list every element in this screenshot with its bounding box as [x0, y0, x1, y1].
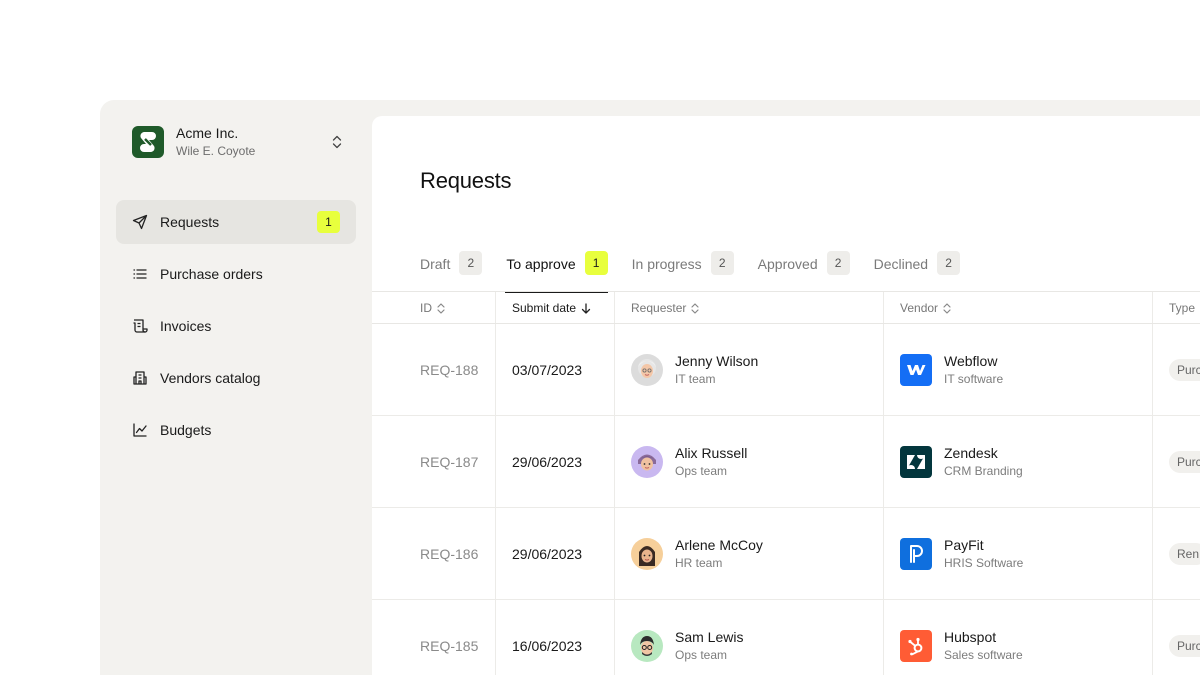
column-header-label: Requester	[631, 301, 687, 315]
vendor-category: CRM Branding	[944, 464, 1023, 478]
vendor-category: HRIS Software	[944, 556, 1024, 570]
table-row[interactable]: REQ-185 16/06/2023 Sam Lewis Ops team Hu…	[372, 600, 1200, 675]
column-header-id[interactable]: ID	[420, 292, 445, 324]
table-row[interactable]: REQ-186 29/06/2023 Arlene McCoy HR team	[372, 508, 1200, 600]
column-header-label: ID	[420, 301, 432, 315]
org-user: Wile E. Coyote	[176, 144, 256, 158]
sort-icon	[437, 302, 445, 314]
request-id: REQ-188	[420, 362, 479, 378]
tab-label: Approved	[757, 256, 818, 272]
scroll-icon	[132, 318, 148, 334]
sidebar-item-budgets[interactable]: Budgets	[116, 408, 356, 452]
requester-name: Alix Russell	[675, 445, 748, 461]
chevron-up-down-icon[interactable]	[328, 133, 346, 151]
tab-label: In progress	[631, 256, 702, 272]
send-icon	[132, 214, 148, 230]
tab-count-badge: 2	[710, 251, 734, 275]
list-icon	[132, 266, 148, 282]
requester-team: Ops team	[675, 464, 728, 478]
webflow-logo-icon	[900, 354, 932, 386]
sidebar-item-label: Requests	[160, 214, 220, 230]
table-row[interactable]: REQ-187 29/06/2023 Alix Russell Ops team	[372, 416, 1200, 508]
submit-date: 29/06/2023	[512, 546, 583, 562]
vendor-name: Zendesk	[944, 445, 998, 461]
column-header-requester[interactable]: Requester	[631, 292, 699, 324]
chart-line-icon	[132, 422, 148, 438]
table-row[interactable]: REQ-188 03/07/2023 Jenny Wilson IT team	[372, 324, 1200, 416]
avatar	[631, 538, 663, 570]
column-header-label: Vendor	[900, 301, 939, 315]
app-frame: Acme Inc. Wile E. Coyote Requests 1 Purc…	[100, 100, 1200, 675]
sidebar-item-requests[interactable]: Requests 1	[116, 200, 356, 244]
sidebar-item-vendors-catalog[interactable]: Vendors catalog	[116, 356, 356, 400]
type-pill: Purc	[1169, 359, 1200, 381]
vendor-category: Sales software	[944, 648, 1023, 662]
sidebar-item-label: Budgets	[160, 422, 212, 438]
type-pill: Purc	[1169, 451, 1200, 473]
requester-name: Arlene McCoy	[675, 537, 763, 553]
vendor-name: Hubspot	[944, 629, 997, 645]
avatar	[631, 354, 663, 386]
tab-label: Draft	[420, 256, 451, 272]
table-header: ID Submit date Requester Vendor Type	[372, 291, 1200, 324]
submit-date: 03/07/2023	[512, 362, 583, 378]
avatar	[631, 446, 663, 478]
submit-date: 29/06/2023	[512, 454, 583, 470]
submit-date: 16/06/2023	[512, 638, 583, 654]
sort-icon	[943, 302, 951, 314]
request-id: REQ-185	[420, 638, 479, 654]
acme-logo-icon	[132, 126, 164, 158]
column-header-label: Type	[1169, 301, 1196, 315]
org-switcher[interactable]: Acme Inc. Wile E. Coyote	[132, 125, 346, 158]
sidebar-item-label: Vendors catalog	[160, 370, 261, 386]
request-id: REQ-186	[420, 546, 479, 562]
payfit-logo-icon	[900, 538, 932, 570]
sort-icon	[691, 302, 699, 314]
status-tabs: Draft 2 To approve 1 In progress 2 Appro…	[420, 250, 984, 293]
requester-team: Ops team	[675, 648, 728, 662]
vendor-category: IT software	[944, 372, 1004, 386]
column-header-submit-date[interactable]: Submit date	[512, 292, 591, 324]
avatar	[631, 630, 663, 662]
hubspot-logo-icon	[900, 630, 932, 662]
tab-draft[interactable]: Draft 2	[420, 250, 483, 292]
requester-name: Jenny Wilson	[675, 353, 759, 369]
requester-team: HR team	[675, 556, 723, 570]
requests-count-badge: 1	[317, 211, 340, 233]
tab-count-badge: 2	[937, 251, 961, 275]
zendesk-logo-icon	[900, 446, 932, 478]
tab-label: To approve	[506, 256, 576, 272]
column-header-label: Submit date	[512, 301, 577, 315]
tab-count-badge: 2	[826, 251, 850, 275]
requests-table: ID Submit date Requester Vendor Type REQ…	[372, 291, 1200, 675]
page-title: Requests	[420, 168, 512, 193]
sidebar-item-purchase-orders[interactable]: Purchase orders	[116, 252, 356, 296]
sidebar-item-invoices[interactable]: Invoices	[116, 304, 356, 348]
column-header-vendor[interactable]: Vendor	[900, 292, 951, 324]
sidebar-nav: Requests 1 Purchase orders Invoices Vend…	[116, 200, 356, 460]
tab-in-progress[interactable]: In progress 2	[632, 250, 734, 292]
sidebar-item-label: Invoices	[160, 318, 212, 334]
tab-label: Declined	[873, 256, 929, 272]
request-id: REQ-187	[420, 454, 479, 470]
column-header-type[interactable]: Type	[1169, 292, 1195, 324]
type-pill: Ren	[1169, 543, 1200, 565]
tab-count-badge: 2	[459, 251, 483, 275]
tab-approved[interactable]: Approved 2	[758, 250, 850, 292]
main-panel: Requests Draft 2 To approve 1 In progres…	[372, 116, 1200, 675]
requester-name: Sam Lewis	[675, 629, 744, 645]
tab-count-badge: 1	[584, 251, 608, 275]
sidebar-item-label: Purchase orders	[160, 266, 263, 282]
vendor-name: Webflow	[944, 353, 998, 369]
building-icon	[132, 370, 148, 386]
org-name: Acme Inc.	[176, 125, 239, 141]
type-pill: Purc	[1169, 635, 1200, 657]
vendor-name: PayFit	[944, 537, 984, 553]
arrow-down-icon	[581, 302, 591, 314]
tab-to-approve[interactable]: To approve 1	[505, 250, 608, 293]
tab-declined[interactable]: Declined 2	[873, 250, 961, 292]
requester-team: IT team	[675, 372, 716, 386]
